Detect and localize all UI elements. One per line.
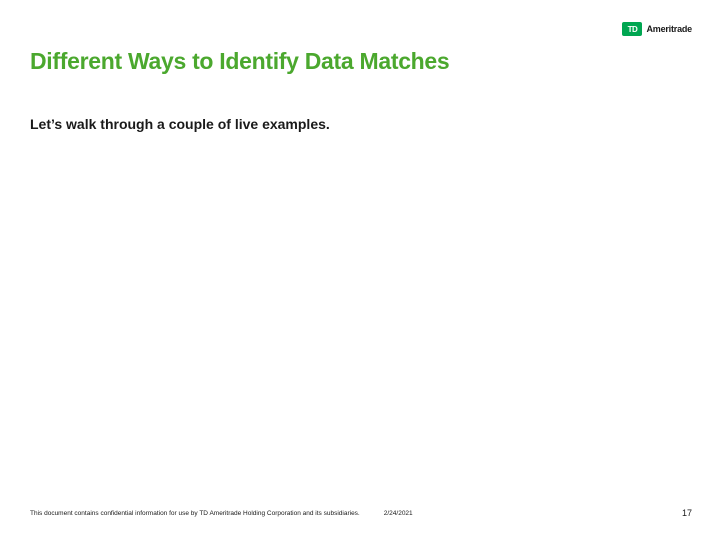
brand-wordmark: Ameritrade	[646, 24, 692, 34]
footer-confidential-text: This document contains confidential info…	[30, 510, 360, 517]
td-logo-icon: TD	[622, 22, 642, 36]
footer-date: 2/24/2021	[384, 510, 413, 517]
slide-body-text: Let’s walk through a couple of live exam…	[30, 116, 330, 132]
slide-title: Different Ways to Identify Data Matches	[30, 48, 449, 75]
slide: TD Ameritrade Different Ways to Identify…	[0, 0, 720, 540]
brand-logo: TD Ameritrade	[622, 22, 692, 36]
footer-page-number: 17	[682, 508, 692, 518]
td-logo-mark-text: TD	[628, 25, 638, 34]
slide-footer: This document contains confidential info…	[30, 508, 692, 518]
